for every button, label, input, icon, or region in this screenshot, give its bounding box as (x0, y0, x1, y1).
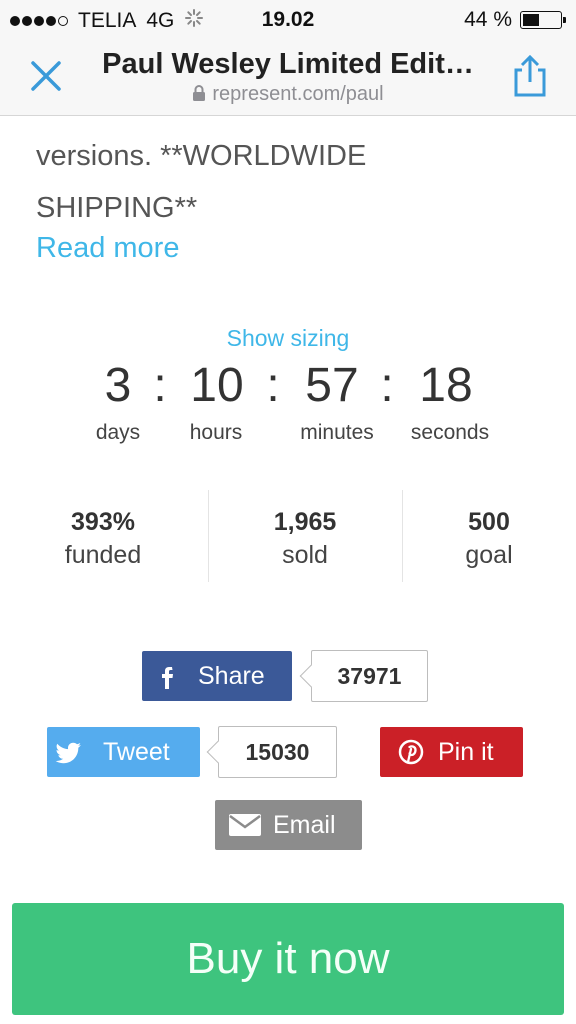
show-sizing-link[interactable]: Show sizing (0, 325, 576, 352)
share-icon (514, 54, 546, 97)
hours-label: hours (189, 421, 243, 444)
product-description: versions. **WORLDWIDE SHIPPING** (36, 130, 556, 234)
sold-value: 1,965 (273, 508, 337, 536)
description-line: SHIPPING** (36, 192, 198, 224)
goal-value: 500 (468, 508, 510, 536)
buy-it-now-button[interactable]: Buy it now (12, 903, 564, 1015)
page-url: represent.com/paul (80, 83, 496, 106)
read-more-link[interactable]: Read more (36, 232, 179, 265)
envelope-icon (229, 814, 261, 836)
countdown-hours: 10 (190, 359, 244, 412)
lock-icon (193, 85, 206, 101)
battery-percentage: 44 % (464, 8, 512, 31)
share-count: 37971 (299, 650, 428, 702)
seconds-label: seconds (410, 421, 490, 444)
funded-stat: 393% funded (8, 490, 198, 570)
tweet-button[interactable]: Tweet (47, 727, 200, 777)
tweet-count-value: 15030 (245, 738, 310, 765)
page-title: Paul Wesley Limited Edit… (102, 48, 474, 80)
email-button[interactable]: Email (215, 800, 362, 850)
pinterest-icon (398, 739, 424, 765)
pin-it-label: Pin it (438, 737, 494, 766)
close-icon (31, 61, 61, 91)
browser-header: Paul Wesley Limited Edit… represent.com/… (0, 38, 576, 116)
countdown-seconds: 18 (419, 359, 473, 412)
facebook-share-button[interactable]: Share (142, 651, 292, 701)
battery-info: 44 % (464, 8, 566, 32)
share-label: Share (198, 661, 265, 690)
pin-it-button[interactable]: Pin it (380, 727, 523, 777)
battery-icon (520, 11, 566, 29)
share-button[interactable] (508, 54, 552, 98)
funded-label: funded (64, 541, 142, 569)
sold-stat: 1,965 sold (210, 490, 400, 570)
goal-label: goal (465, 541, 513, 569)
tweet-label: Tweet (103, 737, 170, 766)
twitter-bird-icon (55, 742, 81, 764)
description-line: versions. **WORLDWIDE (36, 140, 367, 172)
tweet-count: 15030 (206, 726, 337, 778)
countdown-timer: 3 : 10 : 57 : 18 days hours minutes seco… (0, 358, 576, 458)
share-count-value: 37971 (337, 662, 402, 689)
funded-value: 393% (71, 508, 135, 536)
url-text: represent.com/paul (212, 83, 384, 105)
facebook-icon (162, 667, 173, 689)
stat-divider (208, 490, 209, 582)
minutes-label: minutes (300, 421, 374, 444)
campaign-stats: 393% funded 1,965 sold 500 goal (0, 490, 576, 582)
days-label: days (95, 421, 141, 444)
countdown-minutes: 57 (305, 359, 359, 412)
status-bar: TELIA 4G 19.02 44 % (0, 0, 576, 38)
sold-label: sold (282, 541, 328, 569)
goal-stat: 500 goal (394, 490, 576, 570)
close-button[interactable] (28, 58, 64, 94)
email-label: Email (273, 810, 336, 839)
